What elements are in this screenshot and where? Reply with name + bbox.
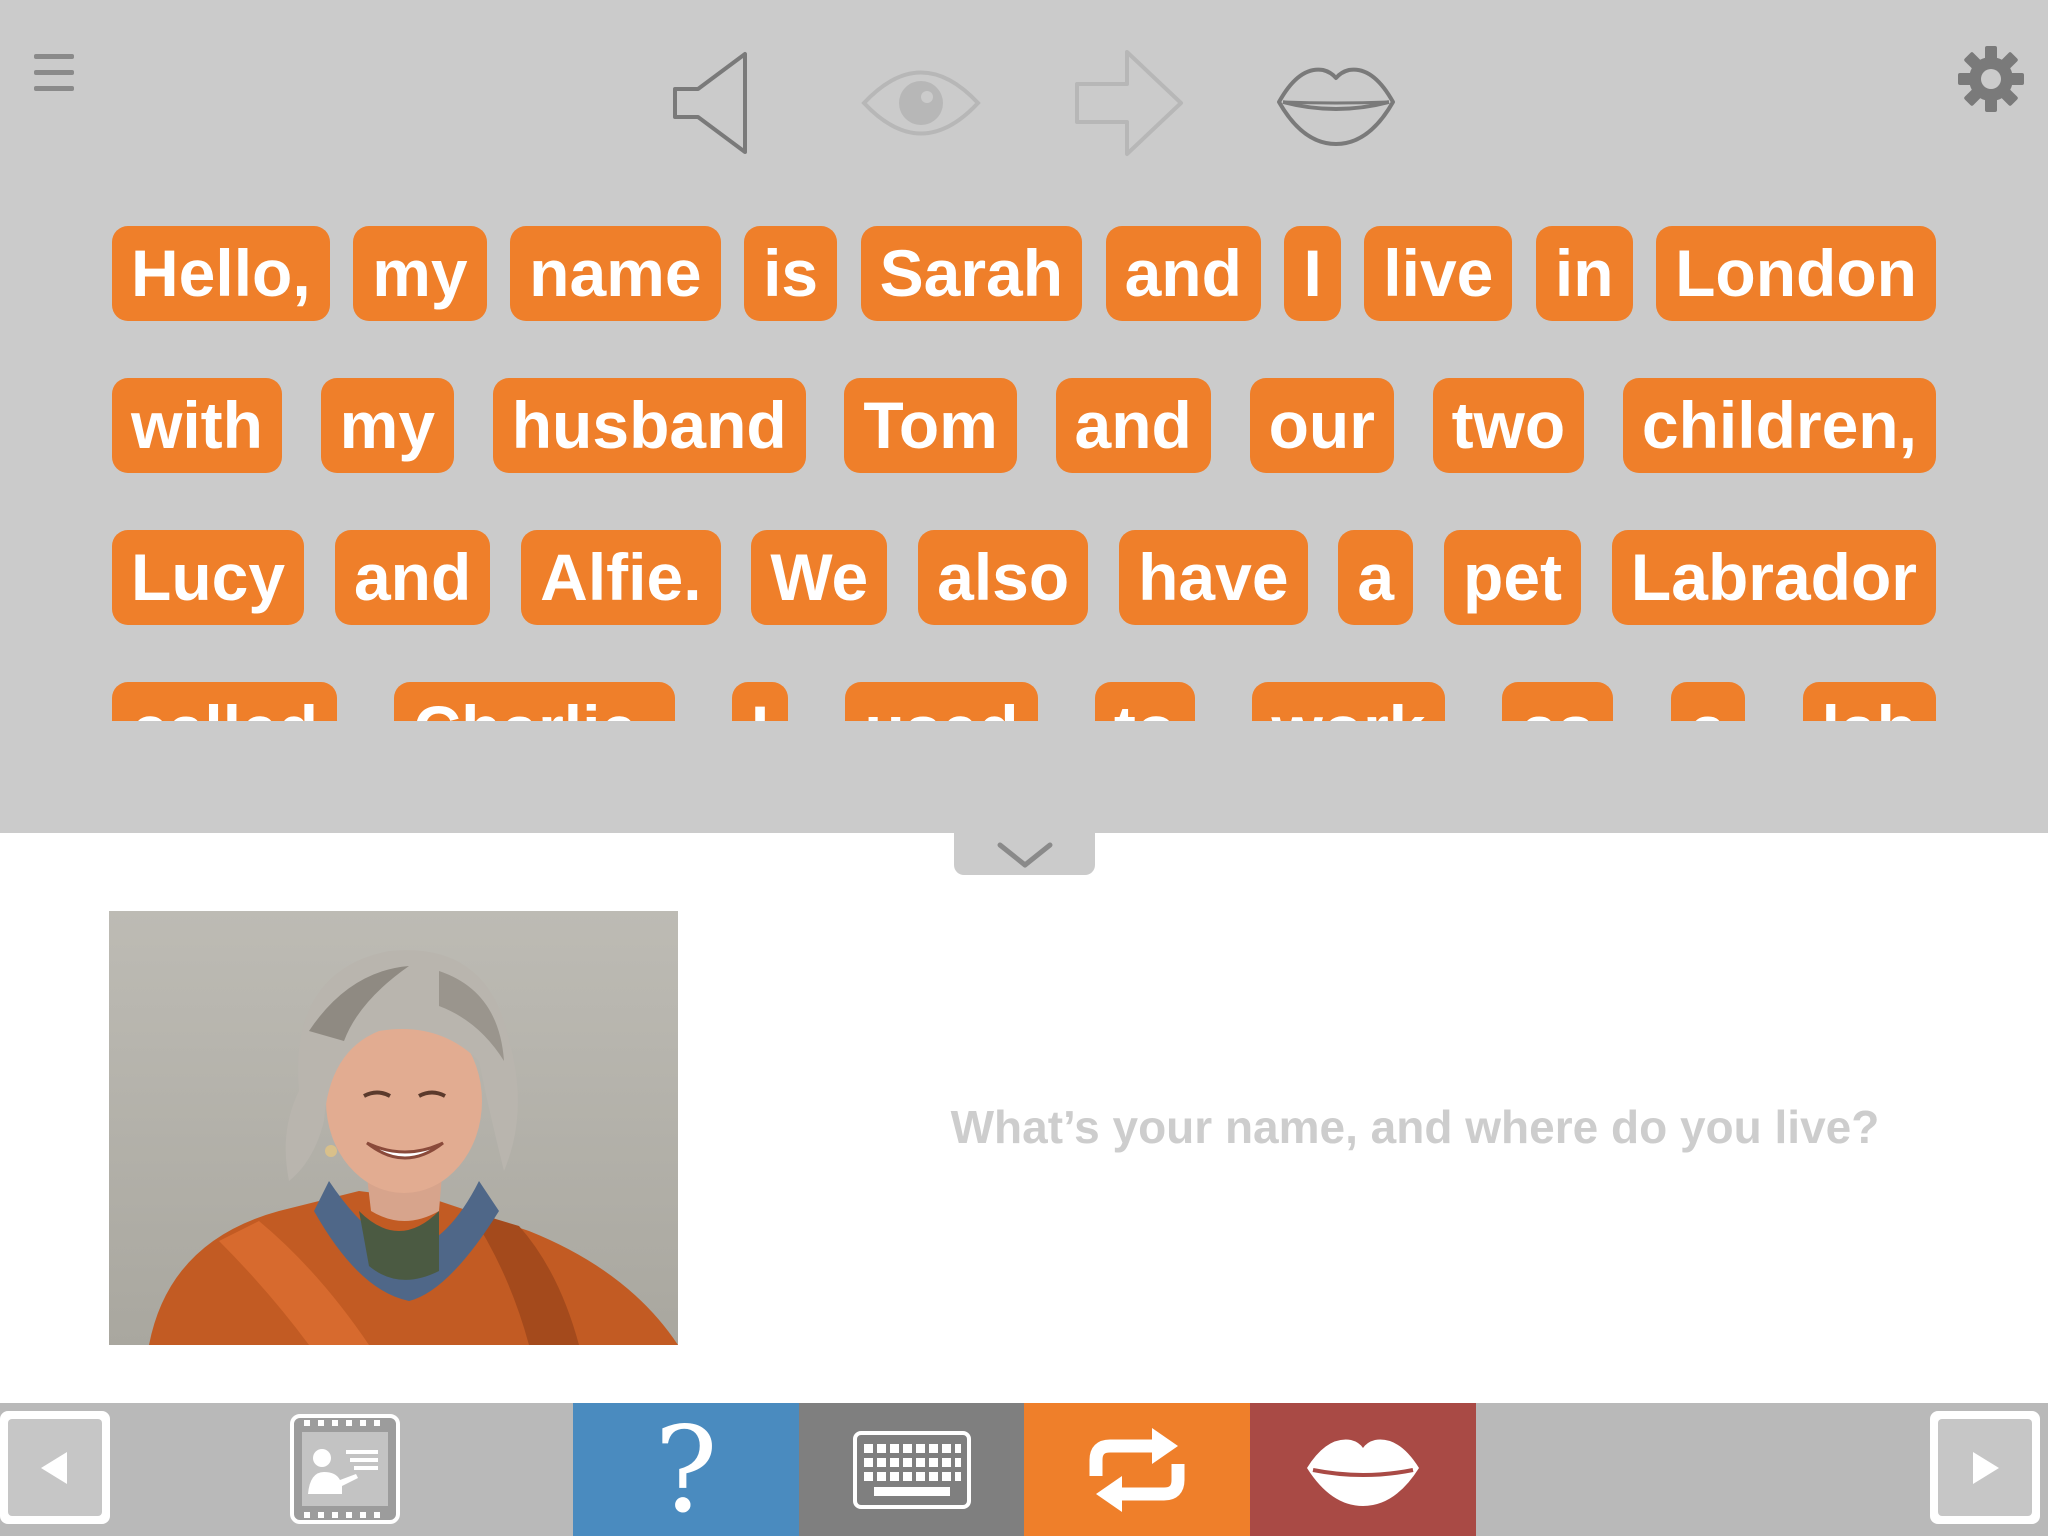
word-chip[interactable]: Hello, (112, 226, 330, 321)
word-row-1: Hello, my name is Sarah and I live in Lo… (112, 226, 1936, 321)
word-chip[interactable]: Sarah (860, 226, 1083, 321)
word-chip[interactable]: our (1249, 378, 1394, 473)
word-row-3: Lucy and Alfie. We also have a pet Labra… (112, 530, 1936, 625)
word-chip[interactable]: two (1432, 378, 1585, 473)
speaker-icon[interactable] (645, 44, 775, 162)
word-chip[interactable]: I (1284, 226, 1341, 321)
keyboard-icon (853, 1430, 971, 1509)
word-row-2: with my husband Tom and our two children… (112, 378, 1936, 473)
word-chip[interactable]: Tom (844, 378, 1017, 473)
help-button[interactable]: ? (573, 1403, 799, 1536)
speak-button[interactable] (1250, 1403, 1476, 1536)
word-chip[interactable]: live (1364, 226, 1513, 321)
word-chip[interactable]: also (918, 530, 1089, 625)
repeat-icon (1089, 1427, 1185, 1512)
word-chip[interactable]: We (751, 530, 888, 625)
word-row-4: called Charlie. I used to work as a lab (112, 682, 1936, 721)
word-chip[interactable]: called (112, 682, 338, 721)
word-chip[interactable]: London (1656, 226, 1936, 321)
word-chip[interactable]: as (1501, 682, 1614, 721)
word-chip[interactable]: Alfie. (521, 530, 721, 625)
hamburger-menu-icon[interactable] (30, 48, 82, 100)
presentation-slides-icon (290, 1414, 400, 1524)
word-chip[interactable]: in (1535, 226, 1633, 321)
word-chip[interactable]: to (1094, 682, 1196, 721)
bottom-toolbar: ? (0, 1403, 2048, 1536)
collapse-panel-button[interactable] (954, 833, 1095, 875)
word-chip[interactable]: and (334, 530, 491, 625)
word-chip[interactable]: a (1338, 530, 1414, 625)
question-prompt: What’s your name, and where do you live? (950, 1101, 1880, 1153)
keyboard-button[interactable] (799, 1403, 1025, 1536)
chevron-down-icon (997, 842, 1052, 868)
slideshow-button[interactable] (290, 1414, 400, 1524)
word-chip[interactable]: Labrador (1611, 530, 1936, 625)
word-chip[interactable]: is (744, 226, 838, 321)
question-mark-icon: ? (654, 1400, 718, 1536)
arrow-right-icon[interactable] (1065, 44, 1195, 162)
word-chips-area: Hello, my name is Sarah and I live in Lo… (112, 226, 1936, 721)
word-chip[interactable]: husband (492, 378, 806, 473)
lips-icon (1307, 1439, 1419, 1506)
word-chip[interactable]: lab (1802, 682, 1936, 721)
speaker-photo (109, 911, 678, 1345)
word-chip[interactable]: pet (1444, 530, 1582, 625)
word-chip[interactable]: I (731, 682, 789, 721)
word-chip[interactable]: my (320, 378, 455, 473)
word-chip[interactable]: my (353, 226, 487, 321)
word-chip[interactable]: children, (1622, 378, 1936, 473)
triangle-right-icon (1973, 1451, 1999, 1484)
word-chip[interactable]: name (510, 226, 721, 321)
gear-icon[interactable] (1956, 44, 2026, 114)
next-button[interactable] (1930, 1411, 2040, 1524)
word-chip[interactable]: a (1670, 682, 1746, 721)
previous-button[interactable] (0, 1411, 110, 1524)
word-chip[interactable]: Lucy (112, 530, 305, 625)
eye-icon[interactable] (856, 44, 986, 162)
word-chip[interactable]: and (1105, 226, 1261, 321)
triangle-left-icon (41, 1451, 67, 1484)
repeat-button[interactable] (1024, 1403, 1250, 1536)
word-chip[interactable]: with (112, 378, 282, 473)
word-chip[interactable]: and (1055, 378, 1211, 473)
word-chip[interactable]: work (1252, 682, 1445, 721)
word-chip[interactable]: have (1119, 530, 1308, 625)
word-chip[interactable]: Charlie. (394, 682, 675, 721)
word-panel: Hello, my name is Sarah and I live in Lo… (0, 0, 2048, 833)
lips-icon[interactable] (1271, 44, 1401, 162)
word-chip[interactable]: used (845, 682, 1038, 721)
